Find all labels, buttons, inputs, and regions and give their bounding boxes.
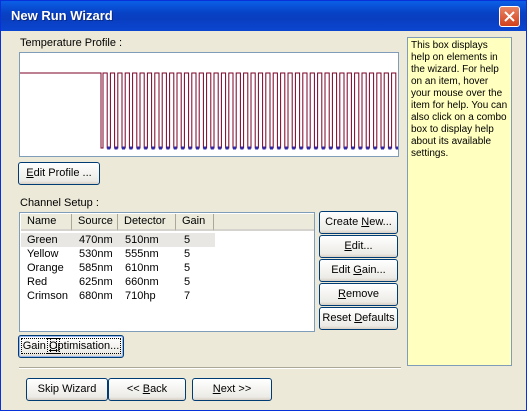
channel-detector: 710hp bbox=[125, 290, 156, 302]
acquisition-marker bbox=[351, 146, 355, 150]
close-button[interactable] bbox=[499, 6, 520, 27]
channel-source: 470nm bbox=[79, 234, 113, 246]
acquisition-marker bbox=[196, 146, 199, 150]
table-row[interactable]: Green 470nm 510nm 5 bbox=[21, 233, 215, 247]
acquisition-marker bbox=[255, 146, 259, 150]
gain-optimisation-button[interactable]: Gain Optimisation... bbox=[18, 335, 124, 358]
acquisition-marker bbox=[114, 146, 118, 150]
acquisition-marker bbox=[395, 146, 398, 150]
channel-gain: 7 bbox=[184, 290, 191, 302]
acquisition-marker bbox=[277, 146, 281, 150]
temperature-profile-plot bbox=[20, 72, 398, 150]
acquisition-marker bbox=[358, 146, 362, 150]
acquisition-marker bbox=[366, 146, 370, 150]
acquisition-marker bbox=[107, 146, 111, 150]
edit-gain-button[interactable]: Edit Gain... bbox=[319, 259, 398, 282]
acquisition-marker bbox=[321, 146, 325, 150]
table-row[interactable]: Orange 585nm 610nm 5 bbox=[21, 261, 215, 275]
temperature-profile-label: Temperature Profile : bbox=[20, 37, 123, 49]
create-new-button[interactable]: Create New... bbox=[319, 211, 398, 234]
skip-wizard-button[interactable]: Skip Wizard bbox=[26, 378, 108, 401]
channel-detector: 555nm bbox=[125, 248, 159, 260]
acquisition-marker bbox=[233, 146, 236, 150]
acquisition-marker bbox=[166, 146, 170, 150]
acquisition-marker bbox=[292, 146, 296, 150]
help-panel: This box displays help on elements in th… bbox=[407, 37, 512, 366]
acquisition-marker bbox=[284, 146, 288, 150]
channel-detector: 660nm bbox=[125, 276, 159, 288]
profile-trace bbox=[20, 72, 398, 149]
wizard-window: New Run Wizard Temperature Profile : Edi… bbox=[0, 0, 527, 411]
channel-name: Crimson bbox=[27, 290, 68, 302]
channel-name: Red bbox=[27, 276, 48, 288]
column-header-filler bbox=[214, 214, 314, 231]
column-header-gain[interactable]: Gain bbox=[176, 214, 214, 231]
acquisition-marker bbox=[299, 146, 303, 150]
channel-source: 530nm bbox=[79, 248, 113, 260]
acquisition-marker bbox=[225, 146, 229, 150]
acquisition-marker bbox=[173, 146, 177, 150]
acquisition-marker bbox=[381, 146, 384, 150]
column-header-name[interactable]: Name bbox=[21, 214, 72, 231]
channel-setup-label: Channel Setup : bbox=[20, 197, 99, 209]
reset-defaults-button[interactable]: Reset Defaults bbox=[319, 307, 398, 330]
acquisition-marker bbox=[188, 146, 192, 150]
channel-detector: 610nm bbox=[125, 262, 159, 274]
button-separator bbox=[19, 367, 401, 369]
close-icon bbox=[504, 11, 515, 22]
title-bar: New Run Wizard bbox=[1, 1, 526, 31]
channel-list[interactable]: Name Source Detector Gain Green 470nm 51… bbox=[19, 212, 315, 332]
next-button[interactable]: Next >> bbox=[192, 378, 272, 401]
column-header-source[interactable]: Source bbox=[72, 214, 118, 231]
acquisition-marker bbox=[336, 146, 340, 150]
edit-profile-button[interactable]: Edit Profile ... bbox=[18, 162, 100, 185]
table-row[interactable]: Red 625nm 660nm 5 bbox=[21, 275, 215, 289]
acquisition-marker bbox=[373, 146, 377, 150]
edit-channel-button[interactable]: Edit... bbox=[319, 235, 398, 258]
channel-source: 585nm bbox=[79, 262, 113, 274]
window-title: New Run Wizard bbox=[11, 8, 113, 23]
acquisition-marker bbox=[344, 146, 347, 150]
channel-source: 625nm bbox=[79, 276, 113, 288]
help-text: This box displays help on elements in th… bbox=[411, 40, 508, 159]
acquisition-marker bbox=[129, 146, 133, 150]
remove-channel-button[interactable]: Remove bbox=[319, 283, 398, 306]
channel-source: 680nm bbox=[79, 290, 113, 302]
acquisition-marker bbox=[218, 146, 222, 150]
column-header-detector[interactable]: Detector bbox=[118, 214, 176, 231]
acquisition-marker bbox=[270, 146, 273, 150]
acquisition-marker bbox=[314, 146, 318, 150]
acquisition-marker bbox=[122, 146, 125, 150]
channel-gain: 5 bbox=[184, 276, 191, 288]
acquisition-marker bbox=[136, 146, 140, 150]
acquisition-marker bbox=[181, 146, 185, 150]
table-row[interactable]: Yellow 530nm 555nm 5 bbox=[21, 247, 215, 261]
channel-gain: 5 bbox=[184, 262, 191, 274]
channel-gain: 5 bbox=[184, 248, 191, 260]
acquisition-marker bbox=[151, 146, 155, 150]
acquisition-marker bbox=[210, 146, 214, 150]
acquisition-marker bbox=[159, 146, 162, 150]
back-button[interactable]: << Back bbox=[108, 378, 186, 401]
acquisition-marker bbox=[388, 146, 392, 150]
channel-name: Orange bbox=[27, 262, 64, 274]
acquisition-marker bbox=[329, 146, 333, 150]
channel-name: Yellow bbox=[27, 248, 59, 260]
channel-detector: 510nm bbox=[125, 234, 159, 246]
acquisition-marker bbox=[240, 146, 244, 150]
acquisition-marker bbox=[307, 146, 310, 150]
acquisition-marker bbox=[262, 146, 266, 150]
channel-gain: 5 bbox=[184, 234, 191, 246]
channel-name: Green bbox=[27, 234, 58, 246]
acquisition-marker bbox=[247, 146, 251, 150]
temperature-profile-graph[interactable] bbox=[19, 52, 399, 157]
table-row[interactable]: Crimson 680nm 710hp 7 bbox=[21, 289, 215, 303]
acquisition-marker bbox=[203, 146, 207, 150]
acquisition-marker bbox=[144, 146, 148, 150]
